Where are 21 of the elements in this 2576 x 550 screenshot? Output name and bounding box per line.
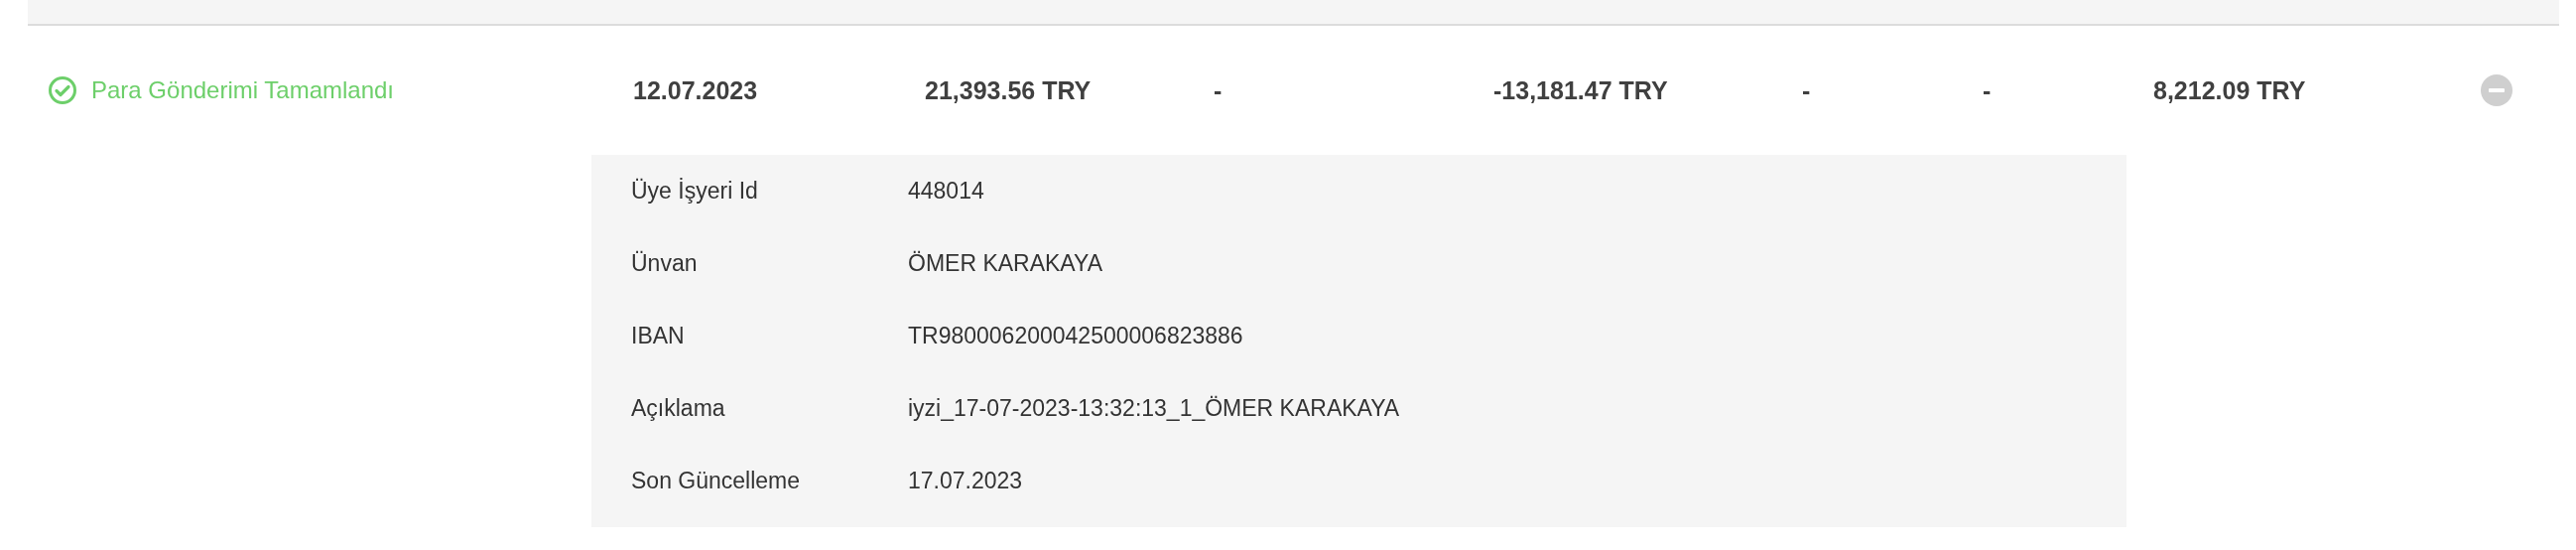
check-circle-icon	[48, 75, 77, 105]
detail-label: Açıklama	[631, 395, 726, 422]
detail-value: iyzi_17-07-2023-13:32:13_1_ÖMER KARAKAYA	[908, 395, 1401, 422]
detail-label: Ünvan	[631, 250, 699, 277]
detail-label: Üye İşyeri Id	[631, 178, 759, 205]
detail-label: IBAN	[631, 323, 686, 349]
detail-value: 448014	[908, 178, 985, 205]
table-cell-text: 12.07.2023	[633, 75, 759, 105]
detail-value: TR980006200042500006823886	[908, 323, 1244, 349]
detail-value: 17.07.2023	[908, 468, 1024, 494]
collapse-button[interactable]	[2481, 74, 2512, 106]
minus-icon	[2489, 88, 2505, 92]
status-label: Para Gönderimi Tamamlandı	[91, 76, 395, 104]
table-cell-text: 8,212.09 TRY	[2153, 75, 2307, 105]
table-cell-text: -	[1802, 75, 1812, 105]
table-cell-text: -	[1983, 75, 1993, 105]
table-cell-text: 21,393.56 TRY	[925, 75, 1093, 105]
detail-value: ÖMER KARAKAYA	[908, 250, 1103, 277]
detail-label: Son Güncelleme	[631, 468, 802, 494]
table-cell-text: -13,181.47 TRY	[1493, 75, 1669, 105]
table-cell-text: -	[1214, 75, 1224, 105]
